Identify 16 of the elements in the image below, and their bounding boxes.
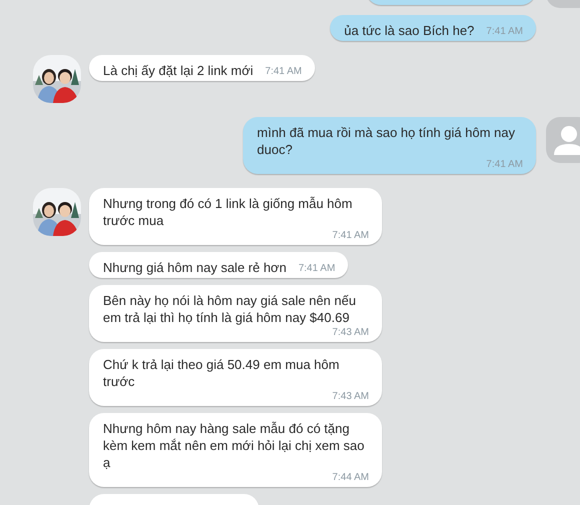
message-time: 7:41 AM [485,158,523,172]
message-text: Chứ k trả lại theo giá 50.49 em mua hôm trước [103,356,340,390]
message-text: mình đã mua rồi mà sao họ tính giá hôm nay duoc? [257,124,516,158]
message-time: 7:41 AM [485,25,523,39]
message-text: ủa tức là sao Bích he? [344,22,474,39]
message-text: Là chị ấy đặt lại 2 link mới [103,62,254,79]
message-time: 7:43 AM [331,390,369,404]
message-text: Nhưng giá hôm nay sale rẻ hơn [103,259,286,276]
message-time: 7:43 AM [331,326,369,340]
message-text: Nhưng hôm nay hàng sale mẫu đó có tặng kèm kem mắt nên em mới hỏi lại chị xem sao ạ [103,420,366,471]
message-time: 7:41 AM [331,229,369,243]
message-text: Nhưng trong đó có 1 link là giống mẫu hôm trước mua [103,195,354,229]
message-text: Bên này họ nói là hôm nay giá sale nên nếu em trả lại thì họ tính là giá hôm nay $40.69 [103,292,357,326]
message-time: 7:44 AM [331,471,369,485]
message-time: 7:41 AM [264,65,302,79]
message-time: 7:41 AM [297,262,336,276]
